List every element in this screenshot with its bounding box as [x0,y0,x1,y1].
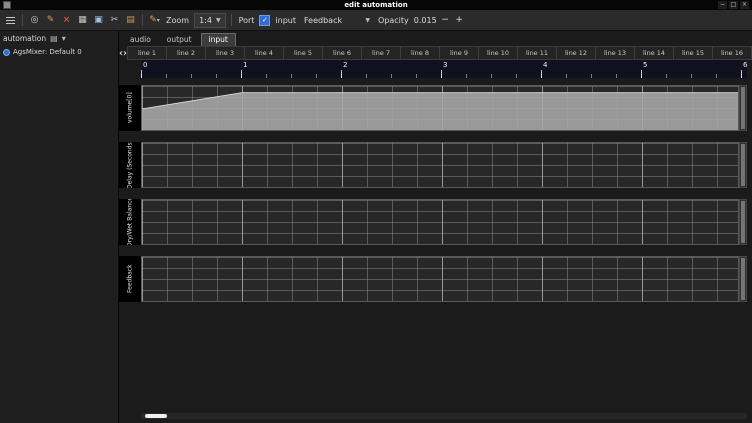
tab-audio[interactable]: audio [123,34,158,46]
window-title: edit automation [0,1,752,9]
tab-output[interactable]: output [160,34,199,46]
chevron-down-icon[interactable]: ▾ [62,34,66,43]
tool-dropdown-button[interactable]: ✎ ▾ [148,13,161,27]
line-header-cell[interactable]: line 15 [674,46,713,60]
paste-tool-icon[interactable]: ▤ [124,13,137,27]
scrollbar-handle[interactable] [741,144,745,186]
port-combo[interactable]: Feedback ▼ [301,14,373,27]
automation-grid-drywet[interactable] [141,199,739,245]
position-tool-icon[interactable]: ◎ [28,13,41,27]
automation-sidebar: automation ▤ ▾ AgsMixer: Default 0 [0,31,119,423]
timeline-ruler: 0 1 2 3 4 5 6 [141,60,747,78]
line-header: ‹ › line 1 line 2 line 3 line 4 line 5 l… [119,46,752,60]
ruler-tick-label: 0 [143,61,147,69]
toolbar-separator [142,14,143,26]
lane-label: Delay (Seconds) [119,142,141,188]
select-tool-icon[interactable]: ▦ [76,13,89,27]
automation-grid-volume[interactable] [141,85,739,131]
chevron-down-icon: ▼ [216,17,221,24]
menu-icon [6,20,15,21]
line-header-cell[interactable]: line 12 [557,46,596,60]
lane-vertical-scrollbar[interactable] [739,85,747,131]
radio-selected-icon[interactable] [3,49,10,56]
line-header-cell[interactable]: line 14 [635,46,674,60]
automation-grid-delay[interactable] [141,142,739,188]
menu-button[interactable] [4,13,17,27]
lane-vertical-scrollbar[interactable] [739,142,747,188]
scrollbar-handle[interactable] [741,201,745,243]
lane-label: volume[0] [119,85,141,131]
ruler-tick-label: 5 [643,61,647,69]
line-header-cell[interactable]: line 6 [323,46,362,60]
toolbar-separator [22,14,23,26]
line-header-cell[interactable]: line 9 [440,46,479,60]
opacity-decrement-button[interactable]: − [440,14,451,26]
automation-lane-feedback: Feedback [119,256,752,302]
maximize-button[interactable]: □ [729,1,738,9]
line-header-cell[interactable]: line 4 [245,46,284,60]
zoom-value: 1:4 [199,16,212,25]
toolbar: ◎ ✎ × ▦ ▣ ✂ ▤ ✎ ▾ Zoom 1:4 ▼ Port ✓ inpu… [0,10,752,31]
ruler-tick-label: 6 [743,61,747,69]
close-button[interactable]: × [740,1,749,9]
automation-grid-feedback[interactable] [141,256,739,302]
line-header-cell[interactable]: line 10 [479,46,518,60]
edit-automation-window: edit automation − □ × ◎ ✎ × ▦ ▣ ✂ ▤ ✎ ▾ … [0,0,752,423]
lane-label: Feedback [119,256,141,302]
toolbar-separator [231,14,232,26]
scrollbar-handle[interactable] [741,258,745,300]
line-header-cell[interactable]: line 5 [284,46,323,60]
automation-fill-area [142,93,738,130]
opacity-label: Opacity [378,16,409,25]
tab-input[interactable]: input [201,33,236,46]
lane-vertical-scrollbar[interactable] [739,256,747,302]
sidebar-title: automation [3,34,46,43]
automation-editor: audio output input ‹ › line 1 line 2 lin… [119,31,752,423]
tool-dropdown-icon: ✎ [149,15,157,25]
port-label: Port [239,16,255,25]
copy-tool-icon[interactable]: ▣ [92,13,105,27]
clear-tool-icon[interactable]: × [60,13,73,27]
automation-lane-delay: Delay (Seconds) [119,142,752,188]
spacer [119,78,752,85]
minimize-button[interactable]: − [718,1,727,9]
scope-tabs: audio output input [119,31,752,46]
input-checkbox[interactable]: ✓ [259,15,270,26]
cut-tool-icon[interactable]: ✂ [108,13,121,27]
lane-label: Dry/Wet Balance [119,199,141,245]
line-header-cell[interactable]: line 1 [128,46,167,60]
horizontal-scrollbar[interactable] [141,413,747,419]
titlebar: edit automation − □ × [0,0,752,10]
ruler-tick-label: 1 [243,61,247,69]
line-header-cell[interactable]: line 2 [167,46,206,60]
line-header-cell[interactable]: line 13 [596,46,635,60]
automation-lanes: volume[0] Delay (Seconds) [119,85,752,302]
machine-icon[interactable]: ▤ [50,34,58,43]
zoom-select[interactable]: 1:4 ▼ [194,13,226,28]
opacity-value: 0.015 [414,16,437,25]
line-header-cell[interactable]: line 8 [401,46,440,60]
machine-list-item[interactable]: AgsMixer: Default 0 [0,46,118,58]
chevron-down-icon: ▼ [365,17,370,24]
line-header-cell[interactable]: line 3 [206,46,245,60]
chevron-down-icon: ▾ [157,17,160,24]
ruler-tick-label: 2 [343,61,347,69]
edit-tool-icon[interactable]: ✎ [44,13,57,27]
lane-vertical-scrollbar[interactable] [739,199,747,245]
line-header-cell[interactable]: line 7 [362,46,401,60]
ruler-tick-label: 4 [543,61,547,69]
machine-list-item-label: AgsMixer: Default 0 [13,48,82,56]
opacity-increment-button[interactable]: + [454,14,465,26]
check-icon: ✓ [262,16,268,25]
input-checkbox-label: input [275,16,296,25]
port-value: Feedback [304,16,342,25]
line-header-cell[interactable]: line 11 [518,46,557,60]
automation-lane-drywet: Dry/Wet Balance [119,199,752,245]
ruler-tick-label: 3 [443,61,447,69]
scrollbar-handle[interactable] [145,414,167,418]
scrollbar-handle[interactable] [741,87,745,129]
zoom-label: Zoom [166,16,189,25]
automation-lane-volume: volume[0] [119,85,752,131]
line-header-cell[interactable]: line 16 [713,46,752,60]
